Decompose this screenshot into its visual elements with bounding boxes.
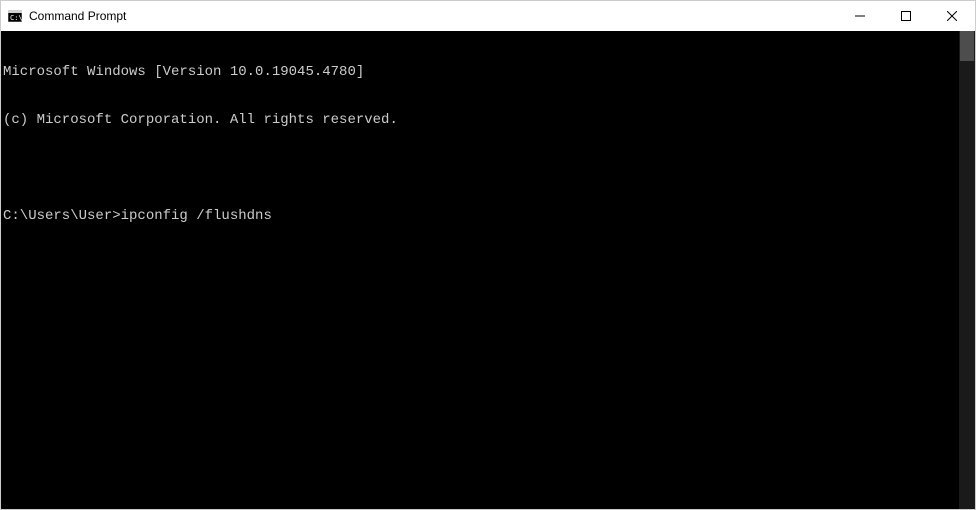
window-title: Command Prompt — [29, 9, 837, 23]
titlebar[interactable]: C:\ Command Prompt — [1, 1, 975, 31]
scrollbar-thumb[interactable] — [960, 31, 974, 61]
command-prompt-icon: C:\ — [7, 8, 23, 24]
terminal-line — [3, 160, 957, 176]
terminal-area: Microsoft Windows [Version 10.0.19045.47… — [1, 31, 975, 509]
terminal-line: C:\Users\User>ipconfig /flushdns — [3, 208, 957, 224]
vertical-scrollbar[interactable] — [959, 31, 975, 509]
window-controls — [837, 1, 975, 31]
terminal-output[interactable]: Microsoft Windows [Version 10.0.19045.47… — [1, 31, 959, 509]
maximize-button[interactable] — [883, 1, 929, 31]
svg-text:C:\: C:\ — [10, 14, 23, 22]
command-prompt-window: C:\ Command Prompt — [0, 0, 976, 510]
minimize-button[interactable] — [837, 1, 883, 31]
terminal-line: (c) Microsoft Corporation. All rights re… — [3, 112, 957, 128]
close-button[interactable] — [929, 1, 975, 31]
terminal-line: Microsoft Windows [Version 10.0.19045.47… — [3, 64, 957, 80]
